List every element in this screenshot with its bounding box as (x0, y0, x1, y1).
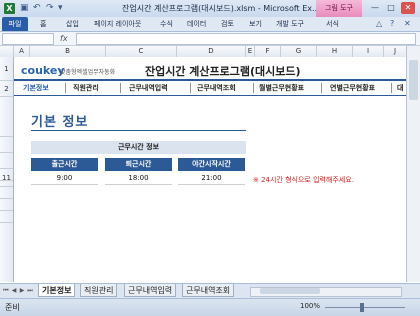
column-header[interactable]: A (14, 46, 30, 57)
row-header[interactable]: 1 (0, 57, 13, 81)
tab-formulas[interactable]: 수식 (160, 17, 173, 31)
minimize-ribbon-icon[interactable]: △ (376, 19, 382, 29)
column-header[interactable]: E (246, 46, 255, 57)
first-sheet-icon[interactable]: ⏮ (2, 286, 10, 296)
workbook-close-icon[interactable]: ✕ (404, 19, 411, 29)
vertical-scroll-thumb[interactable] (409, 60, 418, 100)
title-bar: X ▣ ↶ ↷ ▾ 잔업시간 계산프로그램(대시보드).xlsm - Micro… (0, 0, 420, 18)
nav-separator (190, 83, 191, 93)
nav-item-monthly-report[interactable]: 월별근무현황표 (259, 81, 304, 95)
column-header[interactable]: H (317, 46, 353, 57)
end-time-cell[interactable]: 18:00 (105, 173, 172, 185)
sheet-tab-employees[interactable]: 직원관리 (80, 284, 118, 297)
row-headers: 1 2 11 (0, 57, 14, 282)
night-start-header: 야간시작시간 (178, 158, 245, 171)
picture-tools-context-tab[interactable]: 그림 도구 (316, 0, 362, 17)
brand-tagline: 맞춤형엑셀업무자동화 (60, 69, 116, 76)
nav-separator (120, 83, 121, 93)
prev-sheet-icon[interactable]: ◀ (10, 286, 18, 296)
vertical-scrollbar[interactable] (406, 46, 420, 282)
tab-developer[interactable]: 개발 도구 (276, 17, 304, 31)
nav-item-employees[interactable]: 직원관리 (73, 81, 99, 95)
status-ready: 준비 (5, 303, 20, 312)
save-icon[interactable]: ▣ (20, 3, 29, 14)
zoom-level[interactable]: 100% (300, 302, 320, 310)
redo-icon[interactable]: ↷ (46, 3, 54, 14)
nav-item-more[interactable]: 대 (397, 81, 403, 95)
tab-file[interactable]: 파일 (2, 17, 28, 31)
page-title: 잔업시간 계산프로그램(대시보드) (145, 65, 301, 78)
tab-insert[interactable]: 삽입 (66, 17, 79, 31)
undo-icon[interactable]: ↶ (33, 3, 41, 14)
maximize-button[interactable]: □ (384, 2, 398, 14)
column-header[interactable]: F (255, 46, 281, 57)
nav-separator (253, 83, 254, 93)
formula-bar: fx (0, 32, 420, 46)
end-time-header: 퇴근시간 (105, 158, 172, 171)
nav-separator (65, 83, 66, 93)
row-header[interactable] (0, 97, 13, 137)
tab-page-layout[interactable]: 페이지 레이아웃 (94, 17, 141, 31)
section-title: 기본 정보 (31, 115, 89, 130)
start-time-header: 출근시간 (31, 158, 98, 171)
dashboard-nav: 기본정보 직원관리 근무내역입력 근무내역조회 월별근무현황표 연별근무현황표 … (14, 81, 406, 95)
brand-logo: coukey (21, 64, 65, 77)
quick-access-dropdown-icon[interactable]: ▾ (58, 3, 63, 14)
window-title: 잔업시간 계산프로그램(대시보드).xlsm - Microsoft Ex... (122, 4, 320, 13)
zoom-slider-knob[interactable] (360, 303, 364, 312)
last-sheet-icon[interactable]: ⏭ (26, 286, 34, 296)
tab-review[interactable]: 검토 (221, 17, 234, 31)
nav-item-basic-info[interactable]: 기본정보 (23, 81, 49, 95)
column-header[interactable]: C (106, 46, 177, 57)
column-header[interactable]: I (353, 46, 384, 57)
column-header[interactable]: D (177, 46, 246, 57)
nav-item-work-entry[interactable]: 근무내역입력 (129, 81, 168, 95)
row-header[interactable]: 2 (0, 81, 13, 97)
row-header[interactable] (0, 187, 13, 199)
column-header[interactable]: J (384, 46, 407, 57)
work-hours-table-title: 근무시간 정보 (31, 141, 246, 154)
minimize-button[interactable]: — (368, 2, 382, 14)
help-icon[interactable]: ? (390, 19, 394, 29)
horizontal-scroll-thumb[interactable] (260, 288, 320, 294)
column-header[interactable]: G (281, 46, 317, 57)
sheet-tab-work-lookup[interactable]: 근무내역조회 (182, 284, 235, 297)
excel-logo-icon: X (4, 3, 15, 14)
tab-format[interactable]: 서식 (326, 17, 339, 31)
next-sheet-icon[interactable]: ▶ (18, 286, 26, 296)
name-box[interactable] (2, 33, 54, 45)
start-time-cell[interactable]: 9:00 (31, 173, 98, 185)
night-start-cell[interactable]: 21:00 (178, 173, 245, 185)
nav-divider (14, 95, 406, 96)
nav-separator (321, 83, 322, 93)
nav-item-yearly-report[interactable]: 연별근무현황표 (330, 81, 375, 95)
section-underline (31, 130, 246, 131)
nav-item-work-lookup[interactable]: 근무내역조회 (197, 81, 236, 95)
column-header[interactable]: B (30, 46, 106, 57)
sheet-tab-bar: ⏮ ◀ ▶ ⏭ 기본정보 직원관리 근무내역입력 근무내역조회 (0, 283, 420, 298)
insert-function-icon[interactable]: fx (60, 33, 68, 44)
row-header[interactable] (0, 153, 13, 169)
select-all-corner[interactable] (0, 46, 14, 57)
tab-home[interactable]: 홈 (40, 17, 46, 31)
sheet-tab-basic-info[interactable]: 기본정보 (38, 284, 76, 297)
nav-separator (391, 83, 392, 93)
tab-view[interactable]: 보기 (249, 17, 262, 31)
sheet-tab-work-entry[interactable]: 근무내역입력 (124, 284, 177, 297)
status-bar: 준비 100% (0, 298, 420, 316)
row-header[interactable]: 11 (0, 171, 13, 185)
row-header[interactable] (0, 199, 13, 211)
row-header[interactable] (0, 137, 13, 153)
close-button[interactable]: ✕ (401, 2, 415, 14)
tab-data[interactable]: 데이터 (187, 17, 206, 31)
formula-input[interactable] (76, 33, 416, 45)
ribbon-tabs: 파일 홈 삽입 페이지 레이아웃 수식 데이터 검토 보기 개발 도구 서식 △… (0, 17, 420, 32)
row-header[interactable] (0, 211, 13, 223)
zoom-slider[interactable] (325, 307, 405, 308)
format-note: ※ 24시간 형식으로 입력해주세요. (253, 176, 354, 184)
